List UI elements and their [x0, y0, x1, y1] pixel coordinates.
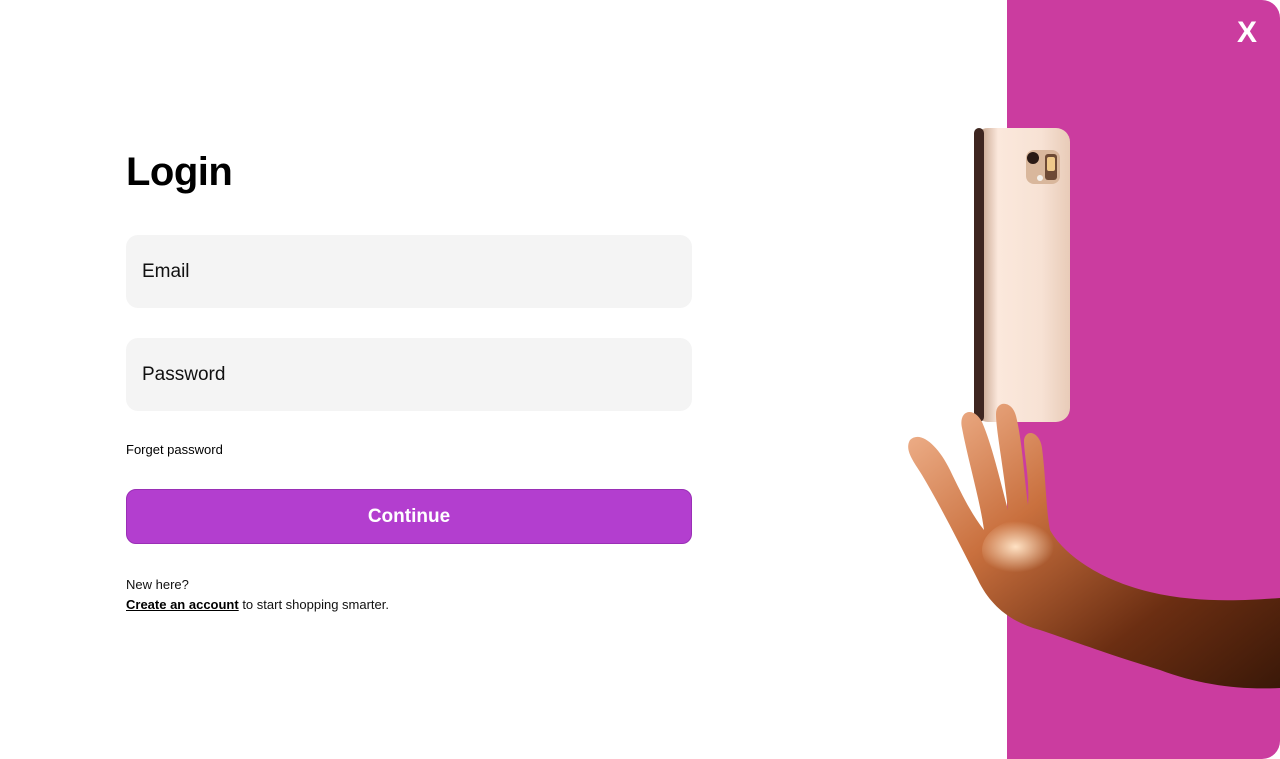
phone-hand-illustration: [908, 128, 1280, 689]
close-button[interactable]: X: [1230, 14, 1264, 52]
signup-prompt: Create an account to start shopping smar…: [126, 595, 389, 615]
password-field[interactable]: [126, 338, 692, 411]
login-form: Login Forget password Continue New here?…: [126, 0, 692, 759]
create-account-link[interactable]: Create an account: [126, 597, 239, 612]
phone-graphic: [974, 128, 1070, 422]
page-title: Login: [126, 150, 233, 194]
signup-suffix-text: to start shopping smarter.: [238, 597, 389, 612]
hand-graphic: [908, 403, 1280, 689]
login-page: Login Forget password Continue New here?…: [0, 0, 1280, 759]
continue-button[interactable]: Continue: [126, 489, 692, 544]
new-here-text: New here?: [126, 577, 189, 592]
email-field[interactable]: [126, 235, 692, 308]
forget-password-link[interactable]: Forget password: [126, 442, 223, 457]
